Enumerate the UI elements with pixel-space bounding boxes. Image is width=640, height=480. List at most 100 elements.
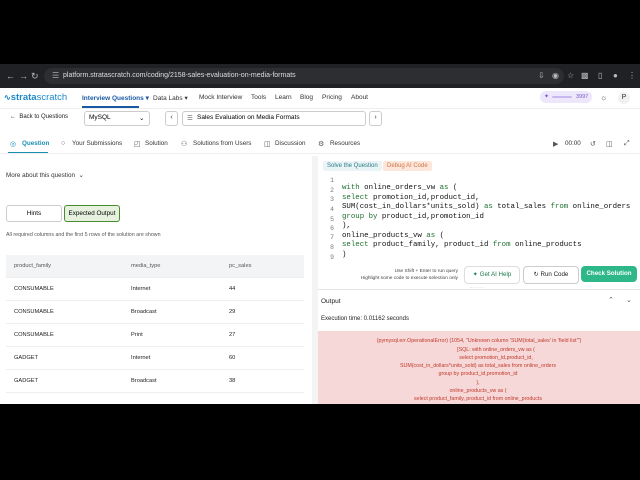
- sidebar-icon[interactable]: ▯: [598, 71, 602, 80]
- table-cell: 60: [229, 355, 236, 361]
- nav-label: Data Labs: [153, 95, 183, 102]
- tab-question[interactable]: Question: [22, 140, 49, 147]
- error-line: select product_family, product_id from o…: [414, 396, 542, 402]
- tab-resources[interactable]: Resources: [330, 140, 360, 147]
- chevron-down-icon: ⌄: [139, 115, 145, 122]
- back-label: Back to Questions: [19, 114, 69, 120]
- list-icon: ☰: [187, 115, 193, 122]
- question-title-box: ☰ Sales Evaluation on Media Formats: [182, 111, 366, 126]
- run-hint-line: Highlight some code to execute selection…: [360, 276, 458, 281]
- column-header: media_type: [131, 263, 161, 269]
- line-number: 6: [330, 225, 334, 232]
- reload-icon[interactable]: ↻: [31, 71, 39, 82]
- tab-debug-ai-code[interactable]: Debug AI Code: [383, 161, 432, 171]
- site-info-icon[interactable]: ☰: [52, 71, 59, 80]
- timer-value: 00:00: [565, 140, 581, 147]
- nav-tools[interactable]: Tools: [251, 94, 266, 101]
- more-about-label: More about this question: [6, 172, 75, 179]
- table-cell: Broadcast: [131, 309, 157, 315]
- line-number: 2: [330, 187, 334, 194]
- tab-your-submissions[interactable]: Your Submissions: [72, 140, 122, 147]
- run-code-button[interactable]: ↻ Run Code: [523, 266, 579, 284]
- table-row: CONSUMABLE Broadcast 29: [6, 301, 304, 324]
- code-line: SUM(cost_in_dollars*units_sold) as total…: [342, 203, 631, 211]
- more-about-toggle[interactable]: More about this question ⌄: [6, 172, 84, 179]
- run-hint: Use Shift + Enter to run query Highlight…: [350, 268, 458, 282]
- output-title: Output: [321, 298, 341, 305]
- tab-solve-question[interactable]: Solve the Question: [323, 161, 382, 171]
- profile-icon[interactable]: ●: [613, 71, 618, 80]
- tab-solution[interactable]: Solution: [145, 140, 168, 147]
- back-arrow-icon[interactable]: ←: [6, 71, 15, 81]
- get-ai-help-button[interactable]: ✦ Get AI Help: [464, 266, 520, 284]
- drag-handle-icon[interactable]: ·····: [470, 285, 485, 291]
- error-line: online_products_vw as (: [449, 388, 507, 394]
- code-line: online_products_vw as (: [342, 232, 445, 240]
- nav-blog[interactable]: Blog: [300, 94, 313, 101]
- table-row: CONSUMABLE Print 27: [6, 324, 304, 347]
- play-icon[interactable]: ▶: [553, 140, 558, 148]
- error-line: (pymysql.err.OperationalError) (1054, "U…: [376, 338, 582, 344]
- table-row: CONSUMABLE Internet 44: [6, 278, 304, 301]
- execution-time: Execution time: 0.01162 seconds: [321, 316, 409, 322]
- line-number: 1: [330, 177, 334, 184]
- download-icon[interactable]: ⇩: [538, 71, 545, 80]
- reset-timer-icon[interactable]: ↺: [590, 140, 596, 148]
- table-cell: GADGET: [14, 378, 39, 384]
- next-question-button[interactable]: ›: [369, 111, 382, 126]
- question-tab-icon: ◎: [10, 141, 17, 148]
- language-select[interactable]: MySQL ⌄: [84, 111, 150, 126]
- split-view-icon[interactable]: ◫: [606, 140, 613, 148]
- table-cell: Broadcast: [131, 378, 157, 384]
- extensions-icon[interactable]: ▩: [581, 71, 589, 80]
- table-header: product_family media_type pc_sales: [6, 255, 304, 278]
- forward-arrow-icon[interactable]: →: [19, 71, 28, 81]
- star-icon[interactable]: ☆: [567, 71, 574, 80]
- logo-suffix: scratch: [36, 92, 68, 103]
- tab-solutions-from-users[interactable]: Solutions from Users: [193, 140, 251, 147]
- run-icon: ↻: [533, 271, 539, 278]
- nav-mock-interview[interactable]: Mock Interview: [199, 94, 242, 101]
- ai-sparkle-icon: ✦: [472, 271, 478, 278]
- chevron-up-icon[interactable]: ⌃: [608, 296, 614, 304]
- table-row: GADGET Broadcast 38: [6, 370, 304, 393]
- nav-about[interactable]: About: [351, 94, 368, 101]
- theme-toggle-icon[interactable]: ☼: [600, 93, 607, 102]
- table-cell: CONSUMABLE: [14, 309, 54, 315]
- chevron-down-icon[interactable]: ⌄: [626, 296, 632, 304]
- prev-question-button[interactable]: ‹: [165, 111, 178, 126]
- discussion-icon: ◫: [264, 141, 271, 148]
- table-cell: CONSUMABLE: [14, 332, 54, 338]
- expand-icon[interactable]: ⤢: [624, 140, 630, 148]
- nav-pricing[interactable]: Pricing: [322, 94, 342, 101]
- avatar[interactable]: P: [618, 92, 630, 104]
- resources-icon: ⚙: [318, 141, 325, 148]
- points-badge[interactable]: ✦ 3997: [540, 91, 592, 103]
- solution-icon: ◰: [134, 141, 141, 148]
- users-icon: ⚇: [181, 141, 188, 148]
- nav-data-labs[interactable]: Data Labs ▾: [153, 94, 188, 102]
- output-divider: [318, 289, 640, 290]
- eye-off-icon[interactable]: ◉: [552, 71, 559, 80]
- table-cell: 27: [229, 332, 236, 338]
- nav-learn[interactable]: Learn: [275, 94, 292, 101]
- line-number: 9: [330, 254, 334, 259]
- menu-icon[interactable]: ⋮: [628, 71, 636, 80]
- line-number: 7: [330, 234, 334, 241]
- site-logo[interactable]: ∿stratascratch: [4, 92, 67, 103]
- table-cell: 38: [229, 378, 236, 384]
- expected-output-button[interactable]: Expected Output: [64, 205, 120, 222]
- spark-icon: ✦: [544, 94, 550, 100]
- submissions-icon: ○: [61, 140, 66, 147]
- table-cell: Print: [131, 332, 143, 338]
- hints-button[interactable]: Hints: [6, 205, 62, 222]
- nav-interview-questions[interactable]: Interview Questions ▾: [82, 94, 149, 102]
- question-title: Sales Evaluation on Media Formats: [197, 114, 300, 121]
- table-cell: CONSUMABLE: [14, 286, 54, 292]
- table-cell: Internet: [131, 355, 151, 361]
- url-text: platform.stratascratch.com/coding/2158-s…: [63, 72, 296, 79]
- back-to-questions[interactable]: ← Back to Questions: [10, 114, 68, 120]
- check-solution-button[interactable]: Check Solution: [581, 266, 637, 282]
- table-cell: 44: [229, 286, 236, 292]
- tab-discussion[interactable]: Discussion: [275, 140, 305, 147]
